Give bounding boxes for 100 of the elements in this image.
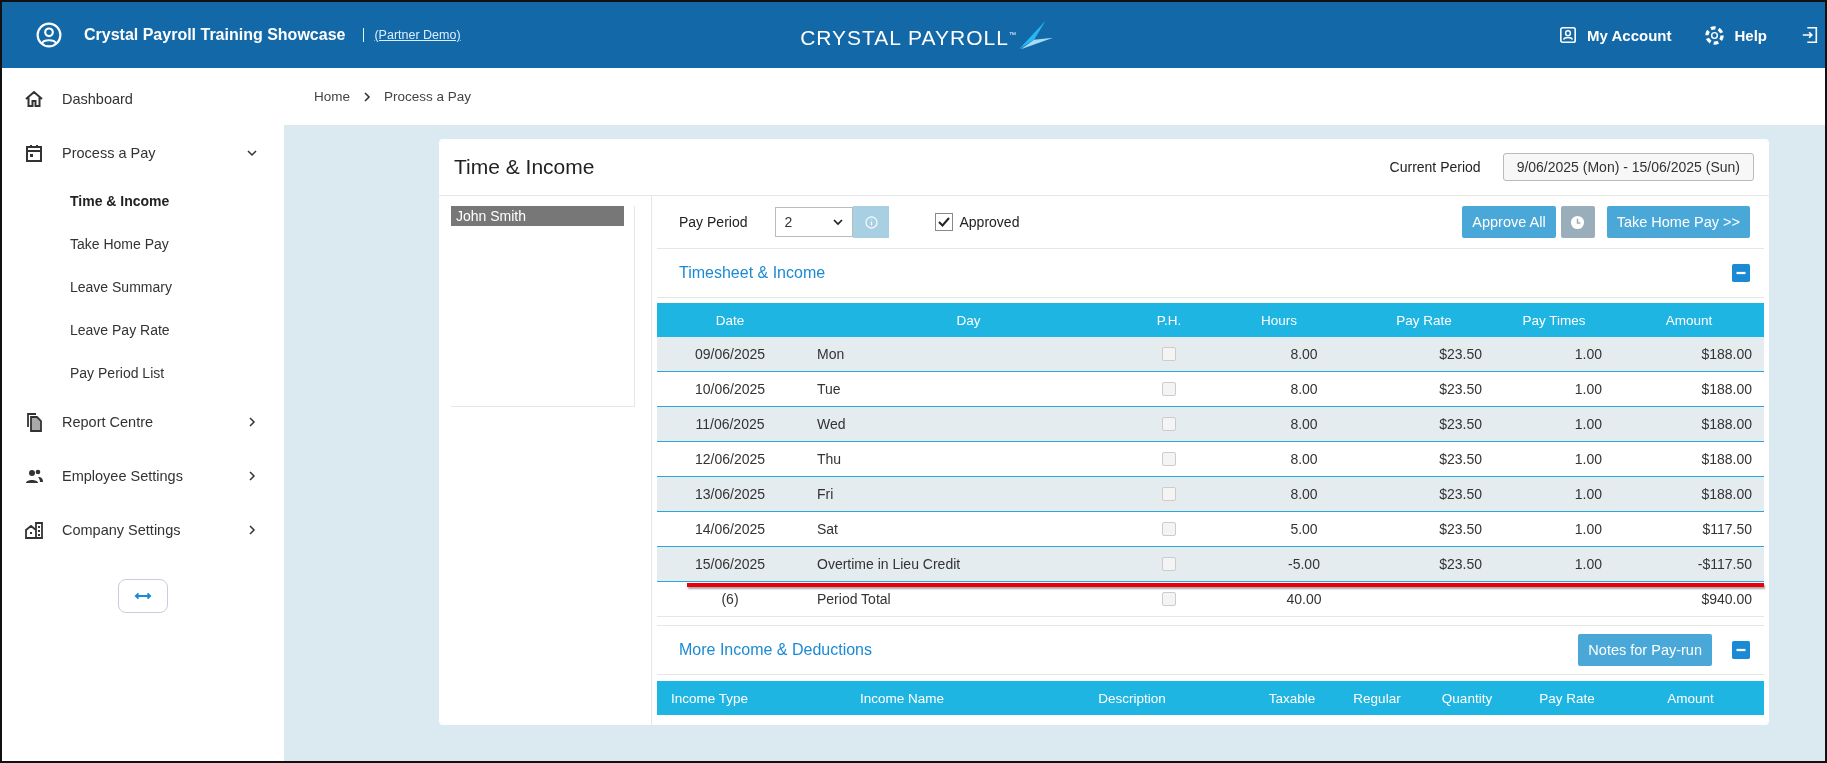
ph-checkbox[interactable] <box>1162 382 1176 396</box>
column-header: P.H. <box>1155 312 1183 328</box>
sidebar-item[interactable]: Company Settings <box>2 503 284 557</box>
table-cell-text: 1.00 <box>1573 486 1603 502</box>
table-cell-text: 13/06/2025 <box>693 486 767 502</box>
account-card-icon <box>1559 26 1578 44</box>
logo-text: CRYSTAL PAYROLL$^{™}$ <box>800 26 1017 50</box>
collapse-section-button[interactable] <box>1732 641 1750 659</box>
documents-icon <box>24 412 44 432</box>
column-header: Hours <box>1260 312 1298 328</box>
column-header: Taxable <box>1267 690 1317 706</box>
sidebar-item[interactable]: Process a Pay <box>2 126 284 180</box>
column-header: Pay Times <box>1521 312 1587 328</box>
table-cell-text: $117.50 <box>1701 521 1753 537</box>
table-cell-text: $188.00 <box>1700 346 1753 362</box>
calendar-icon <box>24 143 44 163</box>
table-cell-text: $188.00 <box>1700 381 1753 397</box>
table-cell-text: $23.50 <box>1438 556 1483 572</box>
table-cell-text: Tue <box>816 381 842 397</box>
section-title: Timesheet & Income <box>679 264 826 282</box>
lifebuoy-icon <box>1705 25 1725 45</box>
table-cell-text: Fri <box>816 486 835 502</box>
app-title: Crystal Payroll Training Showcase <box>84 26 346 44</box>
ph-checkbox[interactable] <box>1162 557 1176 571</box>
table-cell-text: $23.50 <box>1438 346 1483 362</box>
divider-bar <box>363 28 365 42</box>
collapse-sidebar-button[interactable] <box>118 579 168 613</box>
ph-checkbox[interactable] <box>1162 487 1176 501</box>
history-button[interactable] <box>1560 206 1595 238</box>
sidebar-subitem[interactable]: Take Home Pay <box>2 223 284 266</box>
table-cell-text: 8.00 <box>1289 451 1319 467</box>
sidebar-subitem[interactable]: Leave Summary <box>2 266 284 309</box>
table-cell-text: 14/06/2025 <box>693 521 767 537</box>
help-link[interactable]: Help <box>1705 25 1767 45</box>
sidebar-item[interactable]: Employee Settings <box>2 449 284 503</box>
table-cell-text: 8.00 <box>1289 381 1319 397</box>
sidebar-subitem[interactable]: Time & Income <box>2 180 284 223</box>
table-cell-text: 10/06/2025 <box>693 381 767 397</box>
table-cell-text: 5.00 <box>1289 521 1319 537</box>
table-cell-text: Wed <box>816 416 847 432</box>
home-icon <box>24 89 44 109</box>
column-header: Date <box>714 312 746 328</box>
partner-demo-link[interactable]: (Partner Demo) <box>374 28 461 42</box>
current-period-field: 9/06/2025 (Mon) - 15/06/2025 (Sun) <box>1502 153 1754 181</box>
pay-period-label: Pay Period <box>679 214 748 230</box>
table-cell-text: -$117.50 <box>1696 556 1753 572</box>
column-header: Pay Rate <box>1538 690 1596 706</box>
ph-checkbox[interactable] <box>1162 522 1176 536</box>
table-cell-text: $188.00 <box>1700 416 1753 432</box>
logout-icon[interactable] <box>1801 26 1819 44</box>
collapse-section-button[interactable] <box>1732 264 1750 282</box>
breadcrumb-link[interactable]: Home <box>314 89 350 104</box>
chevron-down-icon <box>832 216 845 228</box>
table-cell-text: -5.00 <box>1287 556 1321 572</box>
clock-icon <box>1570 214 1586 230</box>
ph-checkbox[interactable] <box>1162 417 1176 431</box>
table-cell-text: Period Total <box>816 591 892 607</box>
table-cell-text: 1.00 <box>1573 556 1603 572</box>
column-header: Pay Rate <box>1395 312 1453 328</box>
info-icon <box>865 215 878 229</box>
user-circle-icon[interactable] <box>36 22 62 48</box>
table-cell-text: 40.00 <box>1285 591 1323 607</box>
employee-item[interactable]: John Smith <box>451 206 624 226</box>
table-cell-text: 8.00 <box>1289 346 1319 362</box>
my-account-link[interactable]: My Account <box>1559 26 1672 44</box>
column-header: Description <box>1097 690 1167 706</box>
ph-checkbox[interactable] <box>1162 347 1176 361</box>
column-header: Day <box>955 312 982 328</box>
sidebar-subitem[interactable]: Leave Pay Rate <box>2 309 284 352</box>
table-cell-text: $188.00 <box>1700 451 1753 467</box>
table-cell-text: 1.00 <box>1573 416 1603 432</box>
ph-checkbox[interactable] <box>1162 452 1176 466</box>
approved-checkbox[interactable] <box>935 213 954 231</box>
info-button[interactable] <box>853 206 890 238</box>
column-header: Amount <box>1664 312 1714 328</box>
table-cell-text: $23.50 <box>1438 521 1483 537</box>
pay-period-select[interactable]: 2 <box>775 207 854 237</box>
column-header: Amount <box>1666 690 1715 706</box>
current-period-label: Current Period <box>1389 159 1481 175</box>
table-cell-text: 09/06/2025 <box>693 346 767 362</box>
table-cell-text: Mon <box>816 346 846 362</box>
table-cell-text: (6) <box>720 591 740 607</box>
table-cell-text: Overtime in Lieu Credit <box>816 556 962 572</box>
table-cell-text: 8.00 <box>1289 416 1319 432</box>
table-cell-text: $188.00 <box>1700 486 1753 502</box>
sidebar-subitem[interactable]: Pay Period List <box>2 352 284 395</box>
table-cell-text: 12/06/2025 <box>693 451 767 467</box>
section-title: More Income & Deductions <box>679 641 872 659</box>
sidebar-item[interactable]: Report Centre <box>2 395 284 449</box>
table-cell-text: $23.50 <box>1438 451 1483 467</box>
table-cell-text: 1.00 <box>1573 346 1603 362</box>
sidebar-item[interactable]: Dashboard <box>2 72 284 126</box>
table-cell-text: 8.00 <box>1289 486 1319 502</box>
table-cell-text: 11/06/2025 <box>694 416 766 432</box>
ph-checkbox[interactable] <box>1162 592 1176 606</box>
approved-label: Approved <box>959 214 1020 230</box>
table-cell-text: $23.50 <box>1438 486 1483 502</box>
table-cell-text: $940.00 <box>1700 591 1753 607</box>
table-cell-text: Thu <box>816 451 843 467</box>
breadcrumb-link[interactable]: Process a Pay <box>384 89 472 104</box>
